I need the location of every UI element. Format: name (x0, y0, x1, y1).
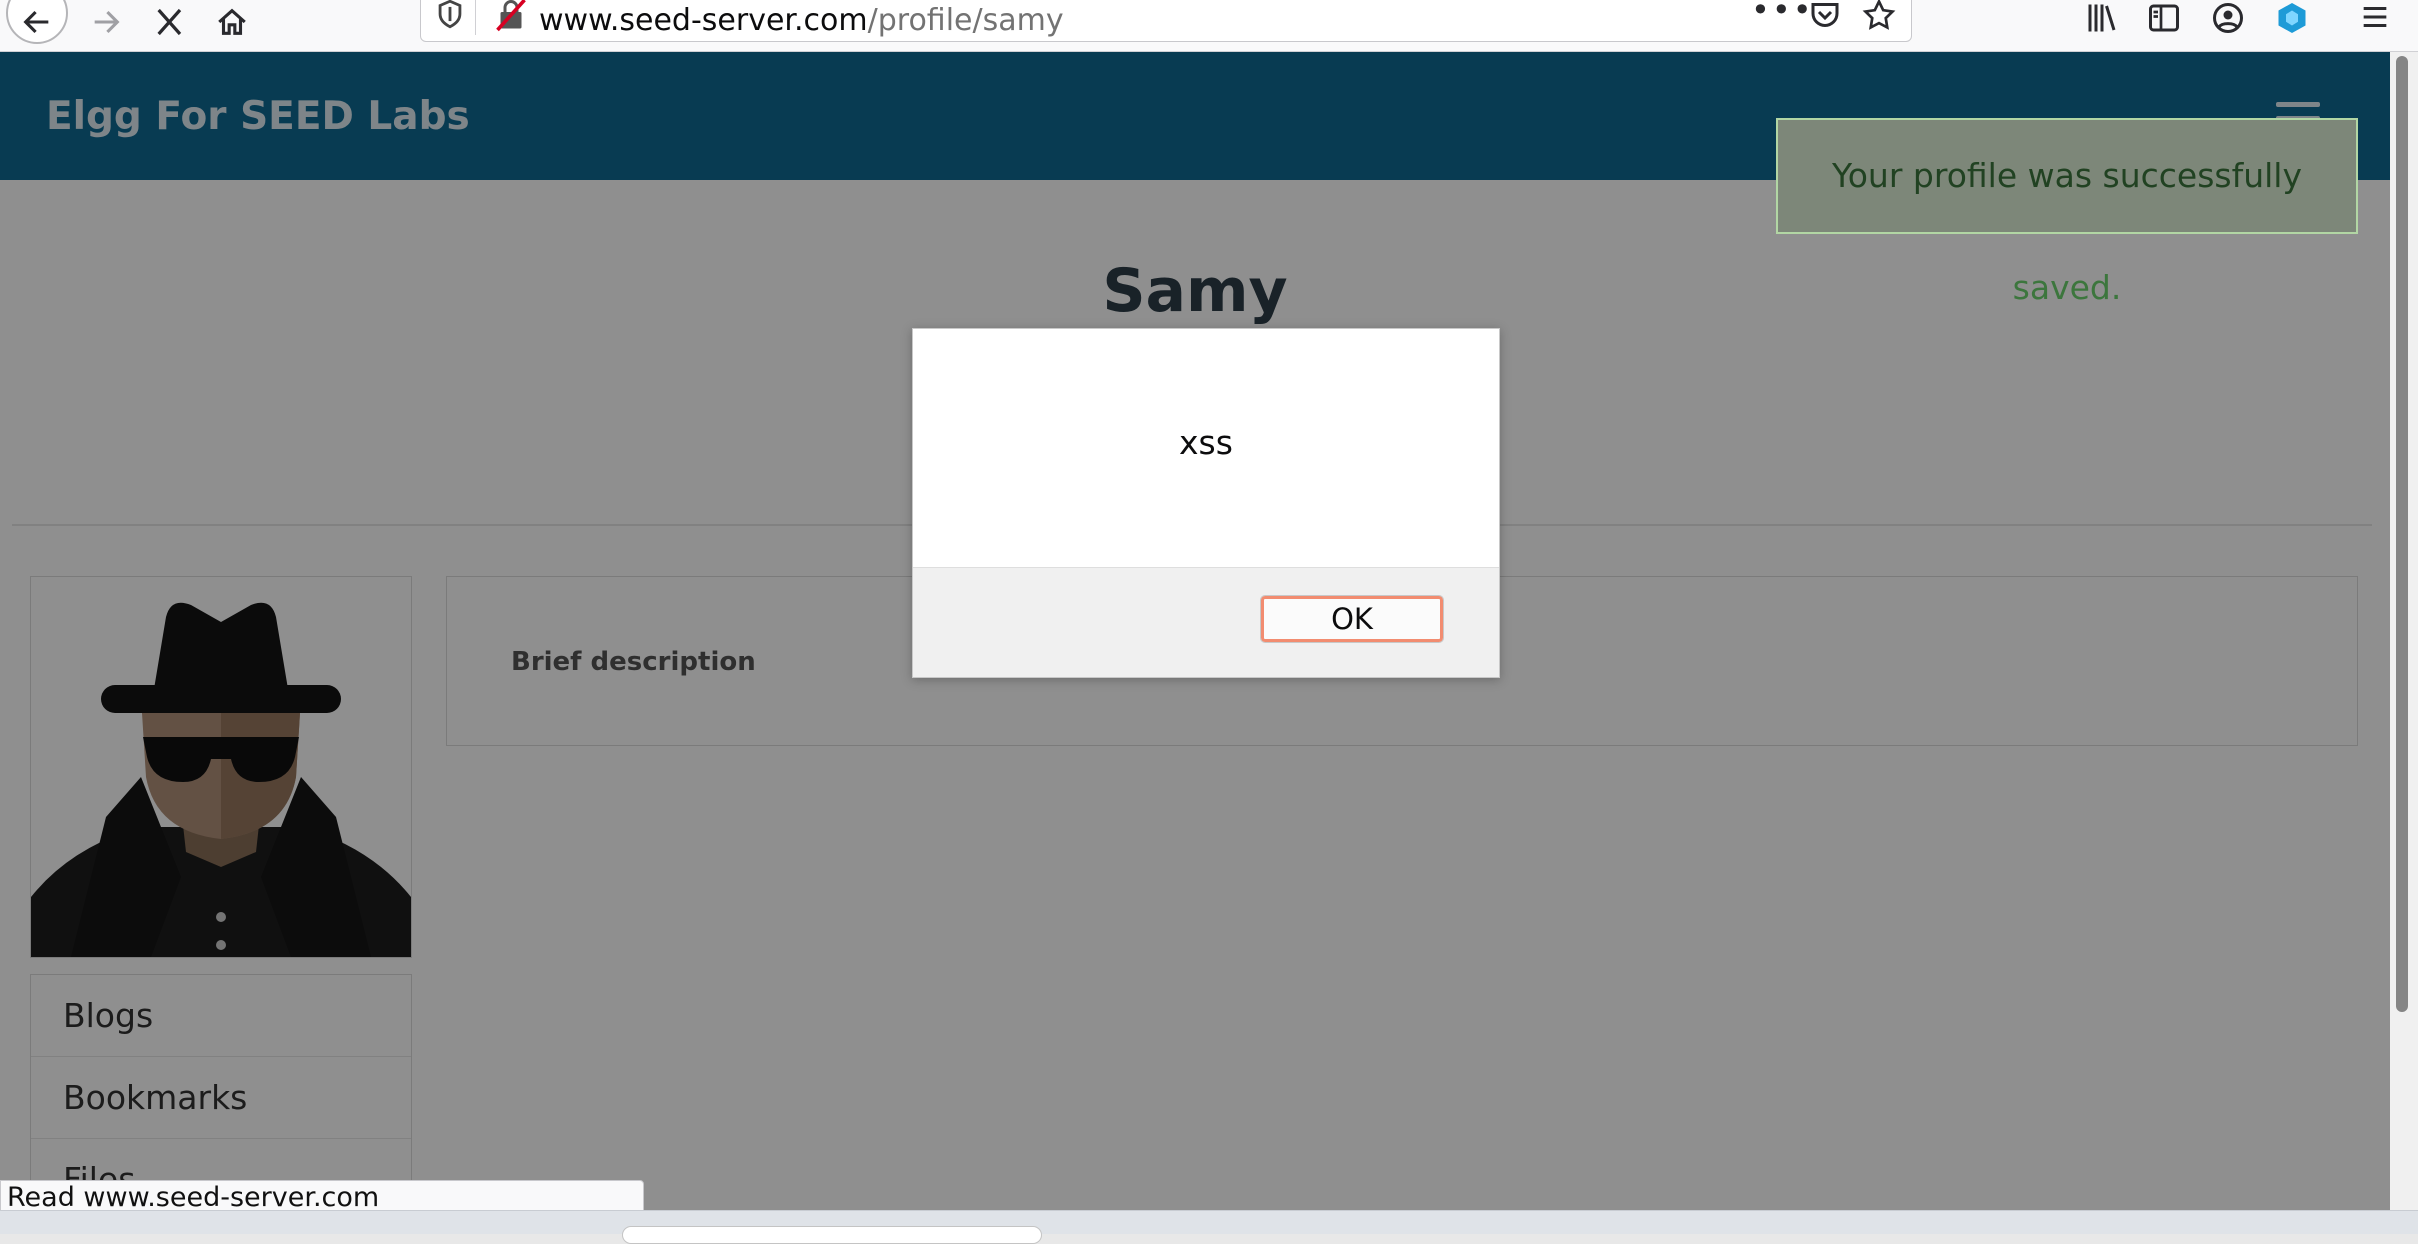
arrow-right-icon (94, 10, 120, 34)
os-taskbar (0, 1210, 2418, 1234)
pocket-icon[interactable] (1807, 0, 1843, 33)
ok-button[interactable]: OK (1260, 595, 1444, 643)
hamburger-menu-icon[interactable] (2358, 0, 2392, 34)
close-icon (157, 8, 182, 36)
scrollbar-thumb[interactable] (2396, 56, 2408, 1012)
browser-toolbar: www.seed-server.com/profile/samy ••• (0, 0, 2418, 52)
extension-icon[interactable] (2274, 0, 2310, 36)
success-flash-message[interactable]: Your profile was successfully saved. (1776, 118, 2358, 307)
arrow-left-icon (23, 10, 49, 34)
alert-message: xss (1179, 423, 1233, 462)
stop-button[interactable] (146, 0, 190, 44)
sidebar-icon[interactable] (2146, 0, 2182, 36)
shield-icon[interactable] (433, 0, 467, 31)
insecure-lock-icon[interactable] (493, 0, 529, 33)
forward-button[interactable] (84, 0, 128, 44)
back-button[interactable] (6, 0, 68, 44)
alert-dialog: xss OK (912, 328, 1500, 678)
alert-footer: OK (913, 567, 1499, 677)
home-icon (218, 8, 246, 35)
address-bar[interactable]: www.seed-server.com/profile/samy ••• (420, 0, 1912, 42)
star-icon[interactable] (1861, 0, 1897, 33)
account-icon[interactable] (2210, 0, 2246, 36)
page-actions-icon[interactable]: ••• (1751, 0, 1814, 29)
url-text: www.seed-server.com/profile/samy (539, 3, 1064, 38)
os-taskbar-item[interactable] (622, 1226, 1042, 1244)
home-button[interactable] (208, 0, 256, 44)
status-bar: Read www.seed-server.com (0, 1180, 644, 1214)
library-icon[interactable] (2084, 0, 2120, 36)
